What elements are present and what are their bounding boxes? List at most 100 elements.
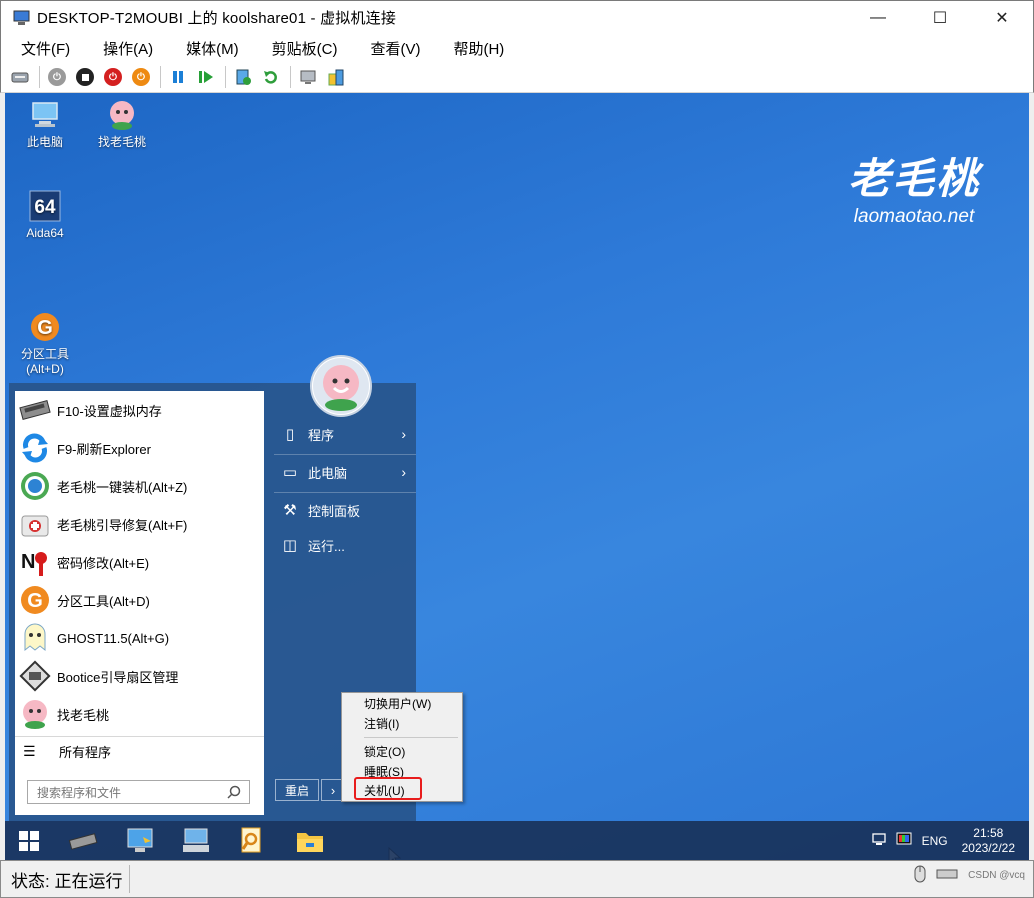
divider xyxy=(364,737,458,738)
revert-icon[interactable] xyxy=(260,66,282,88)
start-program-item[interactable]: N 密码修改(Alt+E) xyxy=(15,543,264,581)
laomaotao-logo: 老毛桃 laomaotao.net xyxy=(848,145,980,228)
chevron-right-icon: › xyxy=(401,464,406,480)
right-item-label: 此电脑 xyxy=(308,465,348,481)
checkpoint-icon[interactable] xyxy=(232,66,254,88)
maximize-button[interactable]: ☐ xyxy=(909,1,971,35)
brand-cn: 老毛桃 xyxy=(848,154,981,203)
start-program-item[interactable]: 老毛桃引导修复(Alt+F) xyxy=(15,505,264,543)
language-indicator[interactable]: ENG xyxy=(922,834,948,848)
desktop-icon-this-pc[interactable]: 此电脑 xyxy=(8,99,82,150)
brand-en: laomaotao.net xyxy=(853,206,975,227)
program-label: Bootice引导扇区管理 xyxy=(57,669,179,685)
vm-screen[interactable]: 老毛桃 laomaotao.net 此电脑 找老毛桃 64 Aida64 G 分… xyxy=(5,93,1029,860)
menu-clipboard[interactable]: 剪贴板(C) xyxy=(266,38,344,59)
search-placeholder: 搜索程序和文件 xyxy=(37,785,122,800)
menu-item-lock[interactable]: 锁定(O) xyxy=(364,743,405,761)
shutdown-icon[interactable]: ⏻ xyxy=(102,66,124,88)
memory-chip-icon xyxy=(19,394,51,426)
clock[interactable]: 21:58 2023/2/22 xyxy=(962,826,1015,856)
memory-chip-icon[interactable] xyxy=(65,824,101,858)
ctrl-alt-del-icon[interactable] xyxy=(9,66,31,88)
desktop-icon-partition-tool[interactable]: G 分区工具 (Alt+D) xyxy=(8,281,82,392)
enhanced-session-icon[interactable] xyxy=(297,66,319,88)
restart-button[interactable]: 重启 xyxy=(275,779,319,801)
clock-time: 21:58 xyxy=(973,825,1004,840)
menu-view[interactable]: 查看(V) xyxy=(364,38,426,59)
start-program-item[interactable]: GHOST11.5(Alt+G) xyxy=(15,619,264,657)
installer-icon xyxy=(19,470,51,502)
clock-date: 2023/2/22 xyxy=(961,840,1015,855)
toolbar-separator xyxy=(160,66,161,88)
keyboard-icon xyxy=(936,868,958,883)
desktop-icon-aida64[interactable]: 64 Aida64 xyxy=(8,190,82,241)
all-programs-label: 所有程序 xyxy=(59,745,112,760)
svg-text:G: G xyxy=(37,317,53,339)
status-bar: 状态: 正在运行 CSDN @vcq xyxy=(0,860,1034,898)
diskgenius-icon: G xyxy=(29,296,61,341)
program-label: 老毛桃引导修复(Alt+F) xyxy=(57,517,188,533)
desktop-icon-label: 分区工具 (Alt+D) xyxy=(20,347,69,376)
desktop-icon-find-laomaotao[interactable]: 找老毛桃 xyxy=(85,99,159,150)
close-button[interactable]: ✕ xyxy=(971,1,1033,35)
run-icon: ◫ xyxy=(282,537,298,554)
power-reset-icon[interactable]: ⏻ xyxy=(130,66,152,88)
desktop-icon-label: Aida64 xyxy=(26,226,64,240)
start-program-item[interactable]: F10-设置虚拟内存 xyxy=(15,391,264,429)
menu-help[interactable]: 帮助(H) xyxy=(447,38,510,59)
program-label: 老毛桃一键装机(Alt+Z) xyxy=(57,479,188,495)
program-label: 密码修改(Alt+E) xyxy=(57,555,150,571)
laptop-icon: ▭ xyxy=(282,464,298,481)
frame-right xyxy=(1029,93,1034,860)
desktop-icon-label: 此电脑 xyxy=(26,135,63,149)
display-icon[interactable] xyxy=(896,832,912,849)
start-right-control-panel[interactable]: ⚒ 控制面板 xyxy=(274,491,416,529)
start-program-item[interactable]: F9-刷新Explorer xyxy=(15,429,264,467)
watermark-text: CSDN @vcq xyxy=(968,870,1025,881)
menu-media[interactable]: 媒体(M) xyxy=(180,38,245,59)
network-icon[interactable] xyxy=(871,832,888,849)
start-right-programs[interactable]: ▯ 程序 › xyxy=(274,415,416,453)
start-program-item[interactable]: G 分区工具(Alt+D) xyxy=(15,581,264,619)
pause-icon[interactable] xyxy=(167,66,189,88)
remote-desktop-icon[interactable] xyxy=(178,824,214,858)
vm-connection-icon xyxy=(13,10,31,26)
chevron-right-icon: › xyxy=(401,426,406,442)
search-file-icon[interactable] xyxy=(234,824,270,858)
system-tray: ENG 21:58 2023/2/22 xyxy=(871,821,1015,860)
start-program-item[interactable]: 老毛桃一键装机(Alt+Z) xyxy=(15,467,264,505)
turn-off-icon[interactable] xyxy=(74,66,96,88)
svg-text:G: G xyxy=(27,590,43,612)
right-item-label: 运行... xyxy=(308,538,345,554)
start-program-item[interactable]: 找老毛桃 xyxy=(15,695,264,733)
menu-item-switch-user[interactable]: 切换用户(W) xyxy=(364,695,431,713)
screen-tool-icon[interactable] xyxy=(122,824,158,858)
windows-start-icon[interactable] xyxy=(11,824,47,858)
first-aid-icon xyxy=(19,508,51,540)
minimize-button[interactable]: — xyxy=(847,1,909,35)
window-title: DESKTOP-T2MOUBI 上的 koolshare01 - 虚拟机连接 xyxy=(37,10,397,27)
bootice-icon xyxy=(19,660,51,692)
search-icon[interactable] xyxy=(227,785,241,802)
mouse-icon xyxy=(914,865,926,886)
share-icon[interactable] xyxy=(325,66,347,88)
program-label: F9-刷新Explorer xyxy=(57,441,151,457)
menu-action[interactable]: 操作(A) xyxy=(97,38,159,59)
resume-icon[interactable] xyxy=(195,66,217,88)
start-program-item[interactable]: Bootice引导扇区管理 xyxy=(15,657,264,695)
svg-text:64: 64 xyxy=(34,197,56,218)
search-input[interactable]: 搜索程序和文件 xyxy=(27,780,250,804)
menu-file[interactable]: 文件(F) xyxy=(15,38,76,59)
list-icon: ☰ xyxy=(23,743,36,759)
start-right-run[interactable]: ◫ 运行... xyxy=(274,526,416,564)
nt-password-icon: N xyxy=(19,546,51,578)
right-item-label: 控制面板 xyxy=(308,503,361,519)
program-label: GHOST11.5(Alt+G) xyxy=(57,630,170,646)
ghost-icon xyxy=(19,622,51,654)
menu-item-logoff[interactable]: 注销(I) xyxy=(364,715,399,733)
highlight-box xyxy=(354,777,422,800)
start-right-this-pc[interactable]: ▭ 此电脑 › xyxy=(274,453,416,491)
all-programs-item[interactable]: ☰ 所有程序 xyxy=(15,736,264,766)
file-explorer-icon[interactable] xyxy=(292,824,328,858)
start-icon[interactable]: ⏻ xyxy=(46,66,68,88)
